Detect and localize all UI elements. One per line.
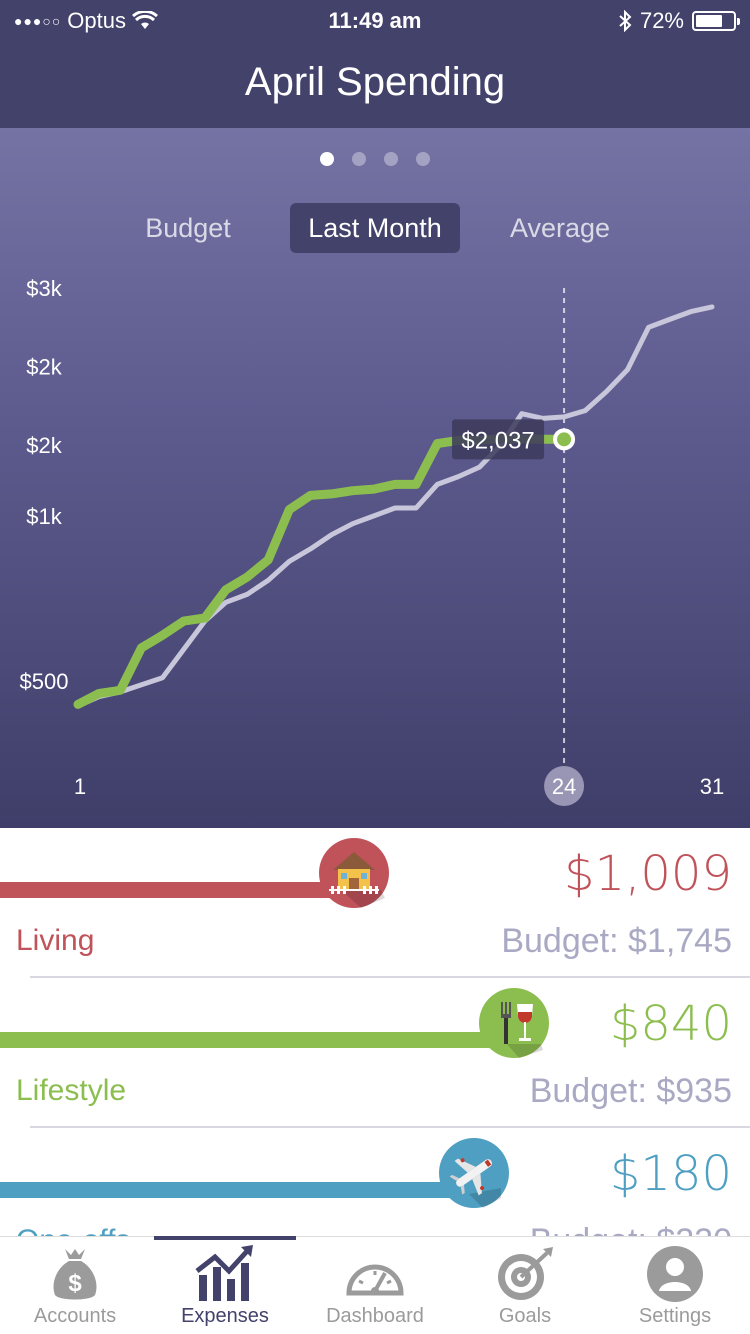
tab-label: Dashboard	[326, 1305, 424, 1327]
marker-point	[553, 428, 576, 451]
category-progress-bar	[0, 1182, 474, 1198]
category-progress-bar	[0, 1032, 514, 1048]
x-tick-label: 31	[700, 774, 724, 799]
category-budget: Budget: $1,745	[501, 922, 732, 960]
money-bag-icon: $	[53, 1249, 97, 1300]
tab-accounts[interactable]: $ Accounts	[0, 1237, 150, 1334]
tab-bar: $ Accounts Expenses Dashboard Goals Sett…	[0, 1236, 750, 1334]
y-tick-label: $1k	[26, 504, 62, 529]
category-name: Lifestyle	[16, 1074, 127, 1107]
spending-line-chart[interactable]: $3k $2k $2k $1k $500 $2,037 1 24 31	[0, 128, 750, 828]
category-budget: Budget: $935	[529, 1072, 732, 1110]
tooltip-value: $2,037	[461, 427, 534, 454]
battery-percent: 72%	[639, 8, 684, 33]
tab-label: Settings	[638, 1305, 712, 1327]
category-amount: $1,009	[564, 846, 732, 902]
user-icon	[647, 1246, 703, 1302]
tab-expenses[interactable]: Expenses	[150, 1236, 300, 1334]
page-title: April Spending	[244, 60, 506, 104]
x-tick-label: 1	[74, 774, 86, 799]
bar-chart-icon	[195, 1245, 253, 1301]
y-tick-label: $2k	[26, 355, 62, 380]
tab-goals[interactable]: Goals	[450, 1237, 600, 1334]
category-progress-bar	[0, 882, 354, 898]
category-amount: $180	[609, 1146, 732, 1202]
fork-wine-icon	[479, 988, 549, 1058]
y-tick-label: $2k	[26, 433, 62, 458]
category-lifestyle[interactable]: $840 Lifestyle Budget: $935	[0, 978, 750, 1128]
category-amount: $840	[609, 996, 732, 1052]
category-living[interactable]: $1,009 Living Budget: $1,745	[0, 828, 750, 978]
tab-label: Accounts	[33, 1305, 117, 1327]
x-tick-label: 24	[552, 774, 576, 799]
nav-bar: April Spending	[0, 40, 750, 128]
gauge-icon	[346, 1264, 404, 1296]
status-bar: ●●●○○ Optus 11:49 am 72%	[0, 0, 750, 40]
tab-dashboard[interactable]: Dashboard	[300, 1237, 450, 1334]
tab-label: Goals	[498, 1305, 552, 1327]
series-line-0	[75, 304, 715, 709]
bluetooth-icon	[619, 10, 632, 32]
chart-panel[interactable]: Budget Last Month Average $3k $2k $2k $1k $5…	[0, 128, 750, 828]
tab-label: Expenses	[181, 1305, 269, 1327]
y-tick-label: $500	[20, 669, 69, 694]
tab-settings[interactable]: Settings	[600, 1237, 750, 1334]
airplane-icon	[439, 1138, 509, 1208]
series-line-1	[73, 434, 569, 709]
category-name: Living	[16, 924, 95, 957]
battery-icon	[692, 11, 740, 31]
svg-text:$: $	[68, 1270, 82, 1297]
y-tick-label: $3k	[26, 276, 62, 301]
target-icon	[498, 1247, 553, 1300]
house-icon	[319, 838, 389, 908]
